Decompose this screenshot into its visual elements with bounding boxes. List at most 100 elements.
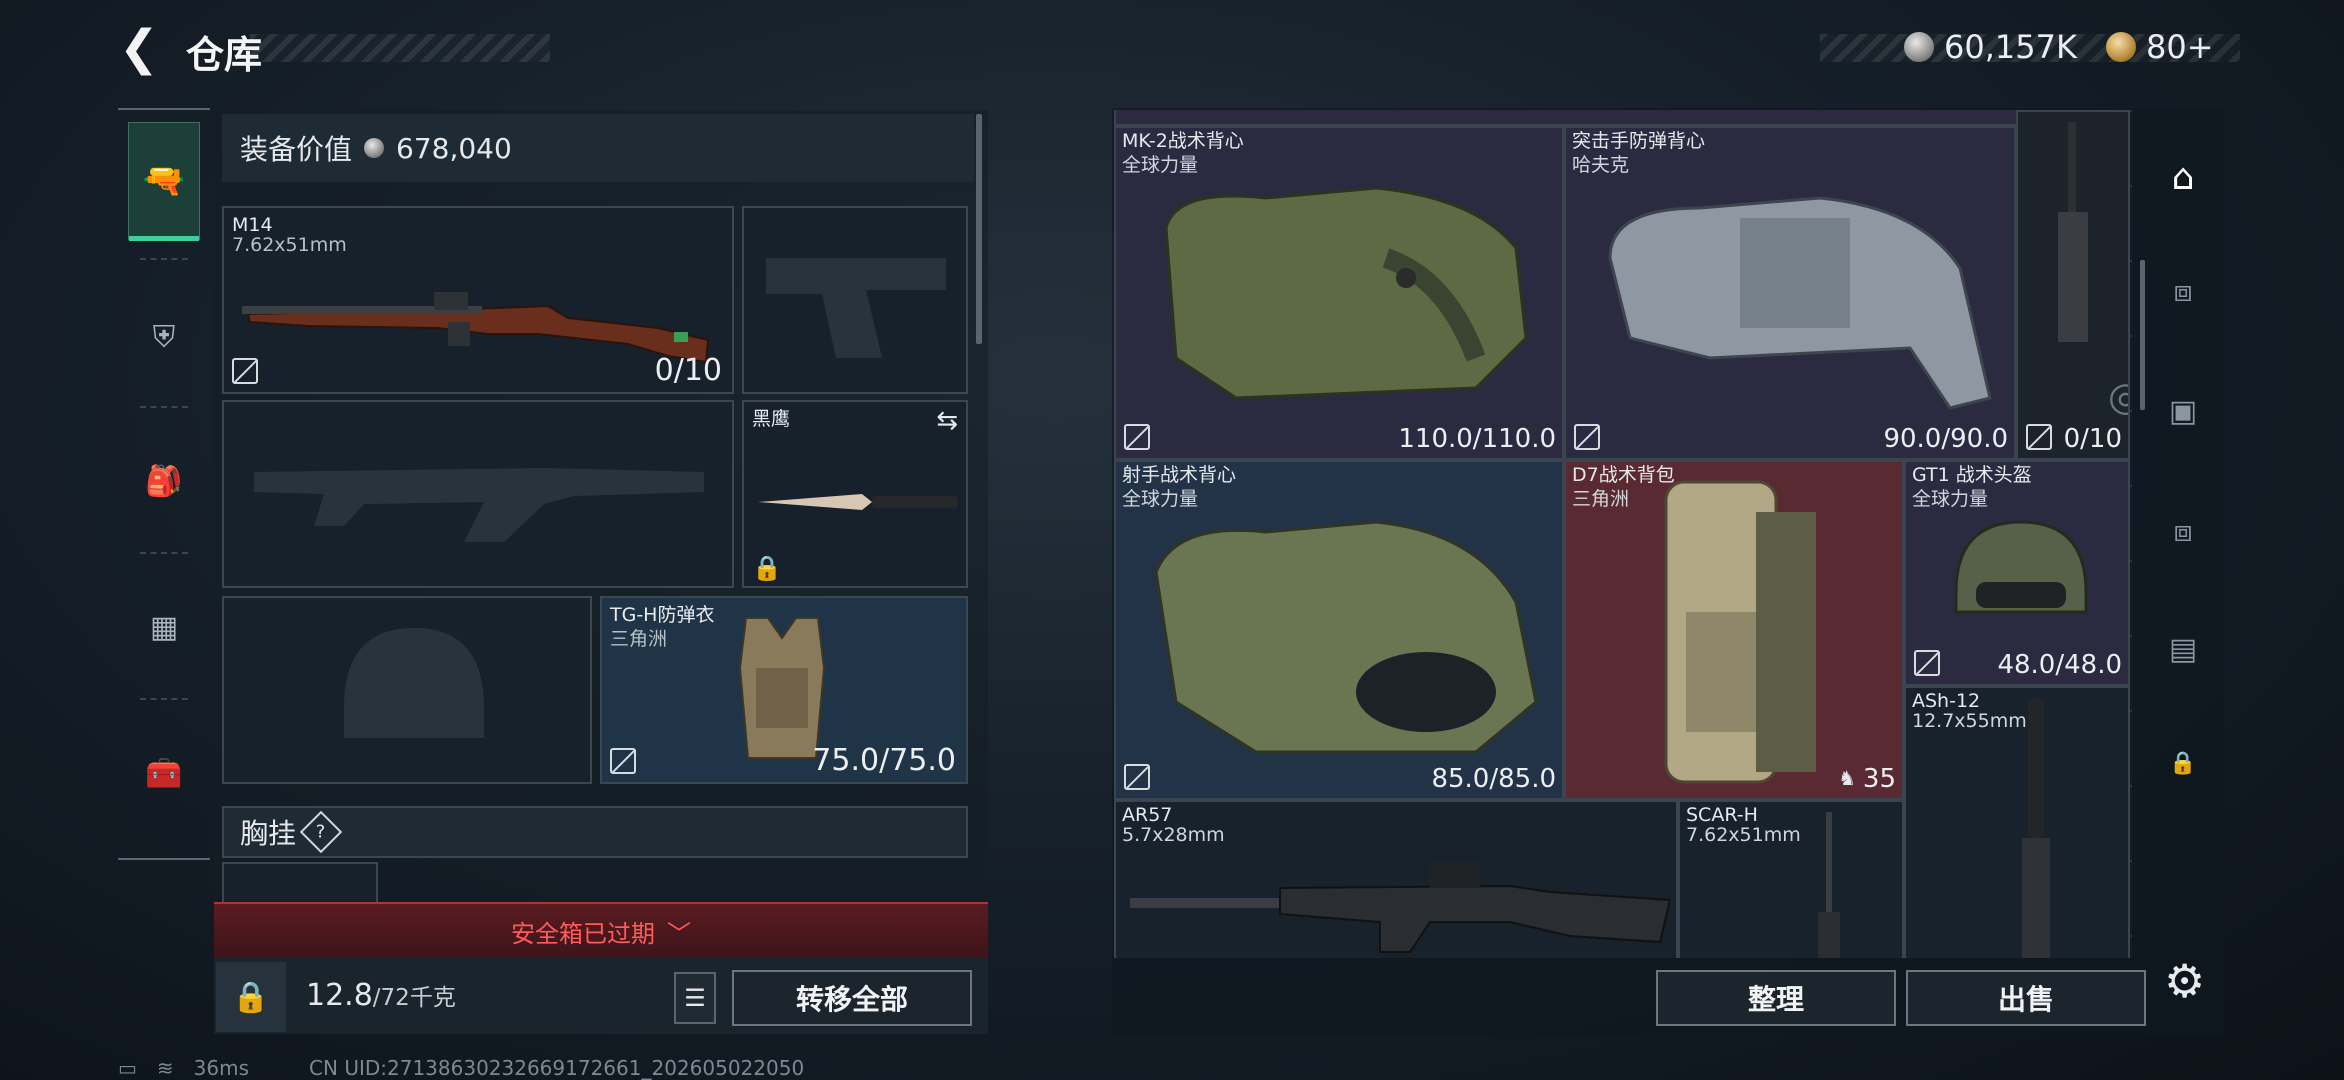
item-durability: 90.0/90.0 <box>1883 424 2008 454</box>
primary-weapon-ammo: 0/10 <box>654 353 722 388</box>
sort-button[interactable]: 整理 <box>1656 970 1896 1026</box>
armor-durability: 75.0/75.0 <box>812 743 956 778</box>
weight-max: /72千克 <box>372 985 456 1011</box>
wifi-icon: ≋ <box>156 1056 174 1080</box>
nav-armor[interactable]: ⛨ <box>128 278 200 396</box>
m14-rifle-image <box>242 292 710 364</box>
silver-amount: 60,157K <box>1944 28 2077 66</box>
item-origin: 5.7x28mm <box>1122 824 1225 846</box>
scope-attachment-image <box>2058 122 2088 342</box>
equipment-value: 678,040 <box>396 131 512 165</box>
pistol-silhouette-icon <box>766 258 946 358</box>
left-category-nav: 🔫 ⛨ 🎒 ▦ 🧰 <box>118 108 210 860</box>
nav-divider <box>140 552 188 554</box>
back-arrow-icon[interactable]: ❮ <box>118 24 160 72</box>
toolbox-icon: 🧰 <box>145 755 183 791</box>
storage-item-scar-h[interactable]: SCAR-H 7.62x51mm <box>1678 800 1904 958</box>
nav-divider <box>140 698 188 700</box>
silver-currency: 60,157K <box>1904 28 2077 66</box>
video-case-icon[interactable]: ▤ <box>2156 622 2210 676</box>
marksman-vest-image <box>1154 520 1538 754</box>
help-mark: ? <box>316 821 326 843</box>
transfer-all-button[interactable]: 转移全部 <box>732 970 972 1026</box>
item-name: ASh-12 <box>1912 690 1981 712</box>
helmet-silhouette-icon <box>344 628 484 738</box>
storage-item-gt1-helmet[interactable]: GT1 战术头盔 全球力量 48.0/48.0 <box>1904 460 2130 686</box>
help-icon[interactable]: ? <box>299 810 343 854</box>
settings-gear-icon[interactable]: ⚙ <box>2164 954 2205 1008</box>
secondary-weapon-slot[interactable] <box>222 400 734 588</box>
item-name: 射手战术背心 <box>1122 464 1237 486</box>
case-icon[interactable]: ⧈ <box>2156 504 2210 558</box>
gold-coin-icon <box>2106 32 2136 62</box>
page-title: 仓库 <box>186 33 263 77</box>
storage-item-ash12[interactable]: ASh-12 12.7x55mm <box>1904 686 2130 958</box>
no-insure-icon <box>1574 424 1600 450</box>
camera-case-icon[interactable]: ▣ <box>2156 384 2210 438</box>
header-stripe <box>250 34 550 62</box>
nav-toolbox[interactable]: 🧰 <box>128 714 200 832</box>
storage-tabs: ⌂ ⧈ ▣ ⧈ ▤ 🔒 <box>2148 116 2218 946</box>
uid-text: CN UID:271386302326691726​61_20260502205… <box>309 1056 805 1080</box>
equipment-value-bar: 装备价值 678,040 <box>222 114 974 182</box>
storage-item-attachment[interactable]: ◎ 0/10 <box>2016 110 2130 460</box>
sell-button[interactable]: 出售 <box>1906 970 2146 1026</box>
item-name: AR57 <box>1122 804 1173 826</box>
storage-item-marksman-vest[interactable]: 射手战术背心 全球力量 85.0/85.0 <box>1114 460 1564 800</box>
item-durability: 0/10 <box>2063 424 2122 454</box>
item-name: SCAR-H <box>1686 804 1758 826</box>
mk2-vest-image <box>1164 186 1528 400</box>
list-icon: ☰ <box>684 984 706 1012</box>
melee-slot[interactable]: 黑鹰 ⇆ 🔒 <box>742 400 968 588</box>
gt1-helmet-image <box>1954 520 2088 614</box>
container-icon[interactable]: ⧈ <box>2156 264 2210 318</box>
no-insure-icon <box>1124 424 1150 450</box>
armor-slot[interactable]: TG-H防弹衣 三角洲 75.0/75.0 <box>600 596 968 784</box>
knife-image <box>758 494 958 510</box>
nav-backpack[interactable]: 🎒 <box>128 422 200 540</box>
equipment-value-label: 装备价值 <box>240 133 353 166</box>
armor-vest-icon: ⛨ <box>152 319 176 355</box>
storage-item-d7-backpack[interactable]: D7战术背包 三角洲 ♞ 35 <box>1564 460 1904 800</box>
safe-icon[interactable]: ⌂ <box>2156 150 2210 204</box>
storage-scrollbar[interactable] <box>2140 260 2145 410</box>
silver-coin-icon <box>364 138 385 158</box>
helmet-slot[interactable] <box>222 596 592 784</box>
chevron-down-icon: ﹀ <box>667 919 691 948</box>
lock-icon[interactable]: 🔒 <box>2156 736 2210 790</box>
storage-item-assault-vest[interactable]: 突击手防弹背心 哈夫克 90.0/90.0 <box>1564 126 2016 460</box>
gold-currency[interactable]: 80+ <box>2106 28 2214 66</box>
status-bar: ▭ ≋ 36ms CN UID:271386302326691726​61_20… <box>118 1056 804 1080</box>
scar-h-image <box>1818 812 1840 958</box>
swap-icon[interactable]: ⇆ <box>936 406 958 436</box>
storage-item-ar57[interactable]: AR57 5.7x28mm <box>1114 800 1678 958</box>
item-durability: 110.0/110.0 <box>1398 424 1556 454</box>
weight-lock-icon[interactable]: 🔒 <box>216 962 286 1032</box>
suppressor-image <box>2022 698 2050 958</box>
chest-rig-slot[interactable] <box>222 862 378 906</box>
pistol-slot[interactable] <box>742 206 968 394</box>
nav-weapons[interactable]: 🔫 <box>128 122 200 241</box>
nav-chest-rig[interactable]: ▦ <box>128 568 200 686</box>
silver-coin-icon <box>1904 32 1934 62</box>
melee-name: 黑鹰 <box>752 408 791 430</box>
list-view-button[interactable]: ☰ <box>674 972 716 1024</box>
armor-name: TG-H防弹衣 <box>610 604 715 626</box>
item-durability: 48.0/48.0 <box>1997 650 2122 680</box>
target-icon: ◎ <box>2108 374 2128 420</box>
primary-weapon-slot[interactable]: M14 7.62x51mm 0/10 <box>222 206 734 394</box>
item-name: 突击手防弹背心 <box>1572 130 1706 152</box>
storage-item-mk2-vest[interactable]: MK-2战术背心 全球力量 110.0/110.0 <box>1114 126 1564 460</box>
storage-grid: MK-2战术背心 全球力量 110.0/110.0 突击手防弹背心 哈夫克 90… <box>1114 110 2132 958</box>
item-origin: 12.7x55mm <box>1912 710 2027 732</box>
chest-rig-section: 胸挂 ? <box>222 806 968 858</box>
gold-amount: 80+ <box>2146 28 2214 66</box>
assault-vest-image <box>1608 196 1992 410</box>
no-insure-icon <box>232 358 258 384</box>
ar57-rifle-image <box>1130 862 1670 953</box>
backpack-icon: 🎒 <box>145 463 183 499</box>
nav-divider <box>140 406 188 408</box>
loadout-scrollbar[interactable] <box>976 114 982 344</box>
safebox-expired-banner[interactable]: 安全箱已过期 ﹀ <box>214 902 988 958</box>
no-insure-icon <box>2026 424 2052 450</box>
